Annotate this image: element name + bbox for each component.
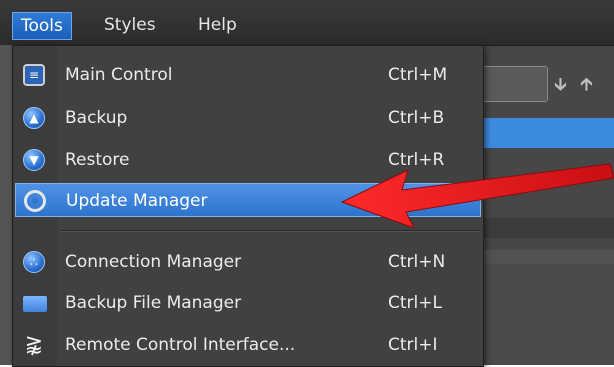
move-down-arrow-icon[interactable]: 🡳 — [554, 72, 567, 102]
menu-separator — [61, 230, 479, 232]
backup-up-arrow-icon: ▲ — [23, 107, 45, 129]
menu-item-remote-control-interface[interactable]: ⪊ Remote Control Interface... Ctrl+I — [15, 328, 481, 362]
application-window: Tools Styles Help 🡳 🡱 ≡ Main Control Ctr… — [0, 0, 614, 367]
menu-item-label: Remote Control Interface... — [65, 335, 296, 355]
menu-tools[interactable]: Tools — [12, 12, 72, 40]
menu-item-label: Backup — [65, 108, 128, 128]
background-selected-row[interactable] — [480, 118, 614, 148]
rss-icon: ⪊ — [24, 332, 44, 357]
annotation-arrow-shape — [340, 163, 614, 229]
menu-item-shortcut: Ctrl+M — [388, 65, 448, 85]
menu-item-label: Restore — [65, 150, 130, 170]
menu-bar: Tools Styles Help — [0, 0, 614, 46]
folder-icon — [23, 296, 47, 312]
background-panel — [480, 264, 614, 365]
menu-item-label: Backup File Manager — [65, 293, 242, 313]
annotation-arrow — [340, 163, 614, 229]
menu-item-backup[interactable]: ▲ Backup Ctrl+B — [15, 101, 481, 135]
menu-item-main-control[interactable]: ≡ Main Control Ctrl+M — [15, 58, 481, 92]
menu-item-label: Connection Manager — [65, 252, 242, 272]
menu-item-backup-file-manager[interactable]: Backup File Manager Ctrl+L — [15, 286, 481, 320]
menu-item-shortcut: Ctrl+B — [388, 108, 445, 128]
move-up-arrow-icon[interactable]: 🡱 — [580, 72, 593, 102]
background-band — [480, 250, 614, 264]
menu-item-shortcut: Ctrl+L — [388, 293, 442, 313]
menu-item-connection-manager[interactable]: ∴ Connection Manager Ctrl+N — [15, 245, 481, 279]
connection-network-icon: ∴ — [23, 251, 45, 273]
background-input-field[interactable] — [480, 66, 548, 102]
menu-item-shortcut: Ctrl+N — [388, 252, 446, 272]
update-ring-icon — [24, 190, 46, 212]
menu-styles[interactable]: Styles — [96, 12, 164, 38]
menu-item-label: Update Manager — [66, 191, 208, 211]
main-control-icon: ≡ — [23, 64, 45, 86]
menu-item-shortcut: Ctrl+I — [388, 335, 438, 355]
menu-help[interactable]: Help — [190, 12, 245, 38]
menu-item-label: Main Control — [65, 65, 173, 85]
background-panel-edge — [0, 45, 12, 365]
restore-down-arrow-icon: ▼ — [23, 149, 45, 171]
